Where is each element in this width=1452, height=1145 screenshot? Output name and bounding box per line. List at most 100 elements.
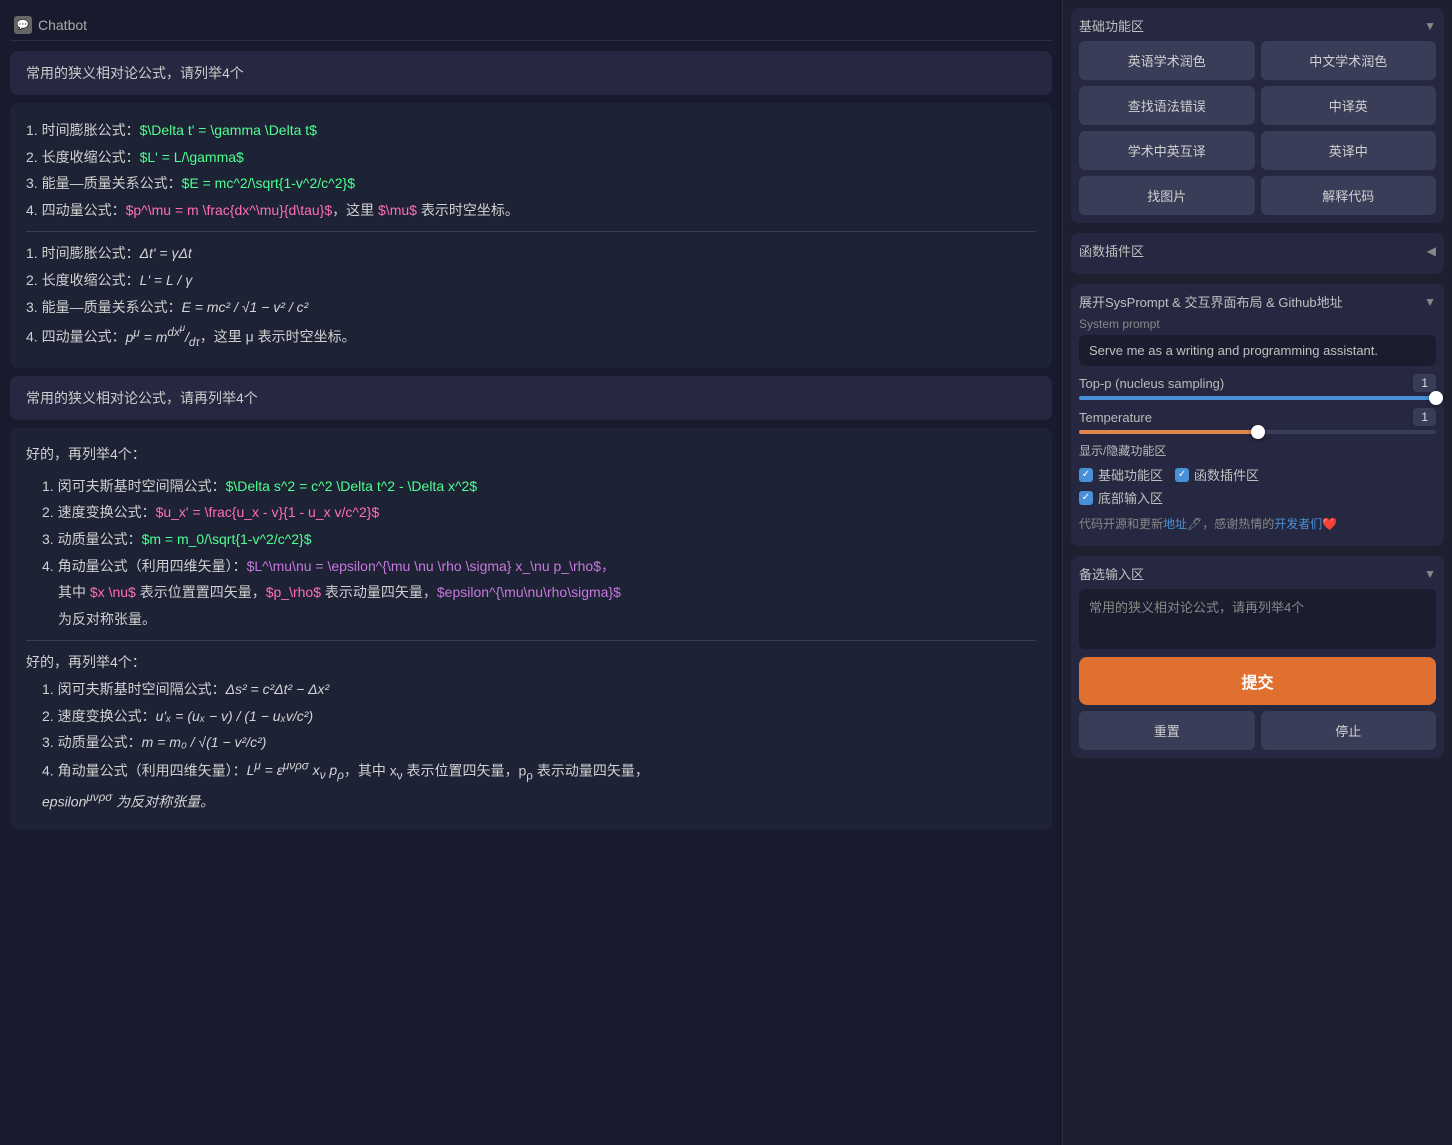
chat-header: 💬 Chatbot	[10, 10, 1052, 41]
rendered2-line-3: 3. 动质量公式：m = m₀ / √(1 − v²/c²)	[42, 729, 1036, 756]
temperature-slider-row: Temperature 1	[1079, 408, 1436, 434]
checkbox-basic[interactable]: ✓ 基础功能区	[1079, 465, 1163, 484]
checkbox-plugin-box: ✓	[1175, 468, 1189, 482]
rendered2-line-1: 1. 闵可夫斯基时空间隔公式：Δs² = c²Δt² − Δx²	[42, 676, 1036, 703]
formula-line-4: 4. 四动量公式：$p^\mu = m \frac{dx^\mu}{d\tau}…	[26, 197, 1036, 224]
rendered-line-3: 3. 能量—质量关系公式：E = mc² / √1 − v² / c²	[26, 294, 1036, 321]
top-p-slider-row: Top-p (nucleus sampling) 1	[1079, 374, 1436, 400]
basic-functions-title: 基础功能区	[1079, 16, 1144, 35]
chat-panel: 💬 Chatbot 常用的狭义相对论公式，请列举4个 1. 时间膨胀公式：$\D…	[0, 0, 1062, 1145]
btn-grammar-check[interactable]: 查找语法错误	[1079, 86, 1255, 125]
formula-green-3: $E = mc^2/\sqrt{1-v^2/c^2}$	[182, 175, 355, 191]
plugin-area-section: 函数插件区 ◀	[1071, 233, 1444, 274]
formula2-note-2: 为反对称张量。	[58, 606, 1036, 633]
basic-functions-grid: 英语学术润色 中文学术润色 查找语法错误 中译英 学术中英互译 英译中 找图片 …	[1079, 41, 1436, 215]
temperature-thumb	[1251, 425, 1265, 439]
checkbox-basic-label: 基础功能区	[1098, 465, 1163, 484]
plugin-area-arrow: ◀	[1427, 244, 1436, 258]
formula-line-1: 1. 时间膨胀公式：$\Delta t' = \gamma \Delta t$	[26, 117, 1036, 144]
chatbot-icon: 💬	[14, 16, 32, 34]
formula2-note-1: 其中 $x \nu$ 表示位置置四矢量，$p_\rho$ 表示动量四矢量，$ep…	[58, 579, 1036, 606]
checkbox-basic-box: ✓	[1079, 468, 1093, 482]
btn-academic-translate[interactable]: 学术中英互译	[1079, 131, 1255, 170]
checkbox-plugin-label: 函数插件区	[1194, 465, 1259, 484]
formula-raw-2: 1. 闵可夫斯基时空间隔公式：$\Delta s^2 = c^2 \Delta …	[26, 473, 1036, 633]
formula-pink-2: $\mu$	[378, 202, 417, 218]
rendered-line-2: 2. 长度收缩公式：L' = L / γ	[26, 267, 1036, 294]
rendered-line-1: 1. 时间膨胀公式：Δt' = γΔt	[26, 240, 1036, 267]
footer-links: 代码开源和更新地址🖊，感谢热情的开发者们❤️	[1079, 511, 1436, 538]
rendered-line-4: 4. 四动量公式：pμ = mdxμ/dτ，这里 μ 表示时空坐标。	[26, 320, 1036, 354]
plugin-area-header[interactable]: 函数插件区 ◀	[1079, 241, 1436, 260]
assistant-intro: 好的，再列举4个：	[26, 442, 1036, 467]
top-p-label: Top-p (nucleus sampling)	[1079, 376, 1224, 391]
backup-input-box[interactable]: 常用的狭义相对论公式，请再列举4个	[1079, 589, 1436, 649]
formula-rendered-1: 1. 时间膨胀公式：Δt' = γΔt 2. 长度收缩公式：L' = L / γ…	[26, 240, 1036, 353]
temperature-track[interactable]	[1079, 430, 1436, 434]
temperature-value: 1	[1413, 408, 1436, 426]
user-message-1: 常用的狭义相对论公式，请列举4个	[10, 51, 1052, 95]
assistant-message-2: 好的，再列举4个： 1. 闵可夫斯基时空间隔公式：$\Delta s^2 = c…	[10, 428, 1052, 830]
rendered2-line-4: 4. 角动量公式（利用四维矢量）：Lμ = εμνρσ xν pρ，其中 xν …	[42, 756, 1036, 788]
reset-button[interactable]: 重置	[1079, 711, 1255, 750]
formula-line-2: 2. 长度收缩公式：$L' = L/\gamma$	[26, 144, 1036, 171]
chat-title: Chatbot	[38, 17, 87, 33]
sysprompt-title: 展开SysPrompt & 交互界面布局 & Github地址	[1079, 292, 1343, 311]
formula-green-1: $\Delta t' = \gamma \Delta t$	[140, 122, 317, 138]
btn-find-image[interactable]: 找图片	[1079, 176, 1255, 215]
formula2-line-3: 3. 动质量公式：$m = m_0/\sqrt{1-v^2/c^2}$	[42, 526, 1036, 553]
right-panel: 基础功能区 ▼ 英语学术润色 中文学术润色 查找语法错误 中译英 学术中英互译 …	[1062, 0, 1452, 1145]
btn-chinese-polish[interactable]: 中文学术润色	[1261, 41, 1437, 80]
formula2-note-x: $x \nu$	[90, 584, 136, 600]
backup-input-arrow: ▼	[1424, 567, 1436, 581]
top-p-label-row: Top-p (nucleus sampling) 1	[1079, 374, 1436, 392]
user-message-2: 常用的狭义相对论公式，请再列举4个	[10, 376, 1052, 420]
separator-1	[26, 231, 1036, 232]
formula-raw-1: 1. 时间膨胀公式：$\Delta t' = \gamma \Delta t$ …	[26, 117, 1036, 223]
rendered2-line-2: 2. 速度变换公式：u'ₓ = (uₓ − v) / (1 − uₓv/c²)	[42, 703, 1036, 730]
rendered2-intro: 好的，再列举4个：	[26, 649, 1036, 676]
sysprompt-header[interactable]: 展开SysPrompt & 交互界面布局 & Github地址 ▼	[1079, 292, 1436, 311]
backup-input-placeholder: 常用的狭义相对论公式，请再列举4个	[1089, 600, 1304, 615]
backup-input-header[interactable]: 备选输入区 ▼	[1079, 564, 1436, 583]
top-p-track[interactable]	[1079, 396, 1436, 400]
basic-functions-section: 基础功能区 ▼ 英语学术润色 中文学术润色 查找语法错误 中译英 学术中英互译 …	[1071, 8, 1444, 223]
checkbox-row-2: ✓ 底部输入区	[1079, 488, 1436, 507]
assistant-message-1: 1. 时间膨胀公式：$\Delta t' = \gamma \Delta t$ …	[10, 103, 1052, 368]
btn-en-to-zh[interactable]: 英译中	[1261, 131, 1437, 170]
btn-explain-code[interactable]: 解释代码	[1261, 176, 1437, 215]
formula2-green-1: $\Delta s^2 = c^2 \Delta t^2 - \Delta x^…	[226, 478, 478, 494]
sys-prompt-label: System prompt	[1079, 317, 1436, 331]
system-prompt-value: Serve me as a writing and programming as…	[1079, 335, 1436, 366]
basic-functions-header[interactable]: 基础功能区 ▼	[1079, 16, 1436, 35]
formula2-line-1: 1. 闵可夫斯基时空间隔公式：$\Delta s^2 = c^2 \Delta …	[42, 473, 1036, 500]
plugin-area-title: 函数插件区	[1079, 241, 1144, 260]
formula2-purple-1: $L^\mu\nu = \epsilon^{\mu \nu \rho \sigm…	[247, 558, 615, 574]
top-p-value: 1	[1413, 374, 1436, 392]
stop-button[interactable]: 停止	[1261, 711, 1437, 750]
bottom-btn-row: 重置 停止	[1079, 711, 1436, 750]
rendered2-line-5: epsilonμνρσ 为反对称张量。	[42, 787, 1036, 815]
formula2-pink-1: $u_x' = \frac{u_x - v}{1 - u_x v/c^2}$	[156, 504, 380, 520]
formula2-note-p: $p_\rho$	[266, 584, 321, 600]
user-message-1-text: 常用的狭义相对论公式，请列举4个	[26, 65, 244, 81]
btn-english-polish[interactable]: 英语学术润色	[1079, 41, 1255, 80]
checkbox-input-label: 底部输入区	[1098, 488, 1163, 507]
backup-input-section: 备选输入区 ▼ 常用的狭义相对论公式，请再列举4个 提交 重置 停止	[1071, 556, 1444, 758]
sysprompt-arrow: ▼	[1424, 295, 1436, 309]
checkbox-input[interactable]: ✓ 底部输入区	[1079, 488, 1163, 507]
top-p-thumb	[1429, 391, 1443, 405]
formula2-line-4: 4. 角动量公式（利用四维矢量）：$L^\mu\nu = \epsilon^{\…	[42, 553, 1036, 580]
formula2-green-2: $m = m_0/\sqrt{1-v^2/c^2}$	[142, 531, 312, 547]
temperature-label: Temperature	[1079, 410, 1152, 425]
formula-rendered-2: 好的，再列举4个： 1. 闵可夫斯基时空间隔公式：Δs² = c²Δt² − Δ…	[26, 649, 1036, 815]
submit-button[interactable]: 提交	[1079, 657, 1436, 705]
checkbox-plugin[interactable]: ✓ 函数插件区	[1175, 465, 1259, 484]
btn-zh-to-en[interactable]: 中译英	[1261, 86, 1437, 125]
formula2-line-2: 2. 速度变换公式：$u_x' = \frac{u_x - v}{1 - u_x…	[42, 499, 1036, 526]
user-message-2-text: 常用的狭义相对论公式，请再列举4个	[26, 390, 258, 406]
github-link[interactable]: 地址	[1163, 517, 1187, 531]
contributors-link[interactable]: 开发者们	[1274, 517, 1322, 531]
backup-input-title: 备选输入区	[1079, 564, 1144, 583]
top-p-fill	[1079, 396, 1436, 400]
